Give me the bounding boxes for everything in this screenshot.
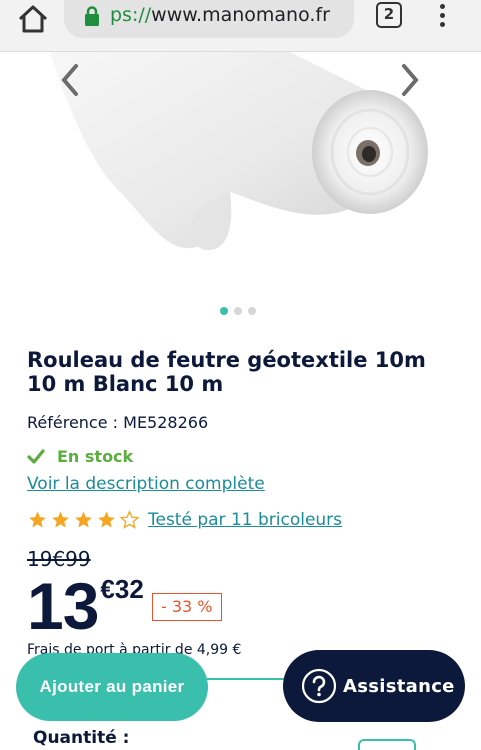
tab-switcher-button[interactable]: 2 [376, 2, 402, 28]
carousel-dot[interactable] [220, 307, 228, 315]
carousel-dot[interactable] [248, 307, 256, 315]
discount-badge: - 33 % [152, 593, 222, 621]
carousel-dot[interactable] [234, 307, 242, 315]
star-empty-icon [119, 510, 140, 529]
star-filled-icon [52, 511, 69, 528]
stock-status: En stock [27, 447, 133, 466]
original-price: 19€99 [27, 547, 91, 571]
star-filled-icon [75, 511, 92, 528]
assistance-label: Assistance [343, 675, 455, 697]
star-filled-icon [29, 511, 46, 528]
price-decimal: €32 [100, 574, 144, 604]
full-description-link[interactable]: Voir la description complète [27, 474, 265, 494]
current-price: 13 €32 [27, 569, 144, 643]
chevron-left-icon[interactable] [58, 62, 82, 98]
lock-icon [85, 6, 99, 26]
add-to-cart-button[interactable]: Ajouter au panier [16, 653, 208, 721]
overflow-menu-icon[interactable] [436, 4, 448, 32]
help-icon [301, 668, 337, 704]
product-image [50, 52, 428, 251]
chevron-right-icon[interactable] [398, 62, 422, 98]
product-image-carousel[interactable] [0, 52, 481, 332]
address-bar[interactable]: ps://www.manomano.fr [64, 0, 354, 38]
reviews-link[interactable]: Testé par 11 bricoleurs [148, 510, 342, 530]
star-filled-icon [98, 511, 115, 528]
product-title: Rouleau de feutre géotextile 10m 10 m Bl… [27, 348, 426, 396]
assistance-button[interactable]: Assistance [283, 650, 465, 722]
url-scheme: ps:// [110, 4, 152, 26]
check-icon [27, 448, 45, 464]
price-integer: 13 [27, 569, 99, 643]
quantity-label: Quantité : [33, 728, 130, 748]
product-rating: Testé par 11 bricoleurs [27, 510, 342, 530]
browser-toolbar: ps://www.manomano.fr 2 [0, 0, 481, 52]
product-reference: Référence : ME528266 [27, 413, 209, 432]
url-text: ps://www.manomano.fr [110, 4, 330, 26]
stock-label: En stock [57, 447, 134, 466]
quantity-stepper[interactable] [358, 739, 416, 750]
home-icon[interactable] [16, 4, 50, 34]
url-host: www.manomano.fr [151, 4, 330, 26]
carousel-pagination [220, 307, 256, 315]
